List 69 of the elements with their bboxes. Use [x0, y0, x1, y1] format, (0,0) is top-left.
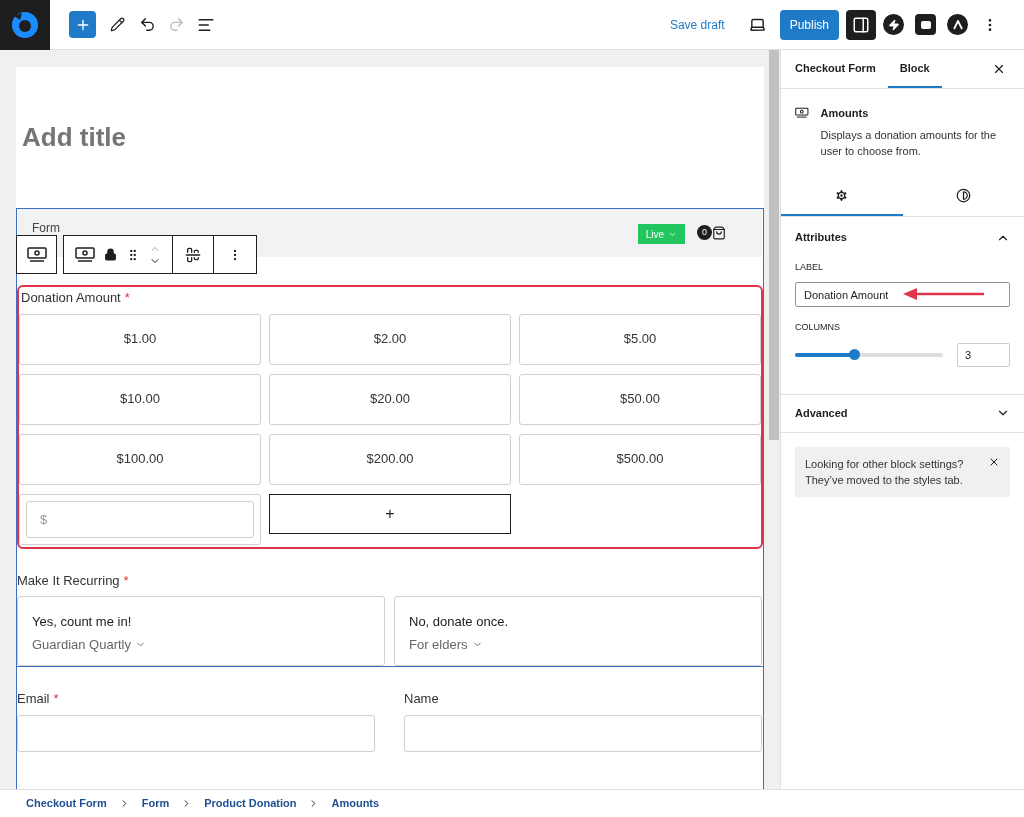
required-mark: * — [124, 290, 130, 305]
sidebar-tab[interactable]: Block — [887, 50, 942, 88]
settings-panel-button[interactable] — [846, 9, 876, 40]
label-caption: LABEL — [795, 260, 825, 274]
breadcrumb-link[interactable]: Amounts — [331, 795, 380, 812]
amount-option[interactable]: $500.00 — [519, 433, 761, 485]
cash-icon — [795, 105, 809, 121]
lock-icon[interactable] — [104, 248, 117, 261]
block-description: Displays a donation amounts for the user to choose from. — [820, 127, 998, 159]
sidebar-tab[interactable]: Checkout Form — [783, 50, 888, 88]
settings-icon — [834, 187, 850, 203]
site-logo[interactable] — [0, 0, 50, 50]
bag-icon[interactable] — [712, 225, 726, 240]
add-block-button[interactable] — [69, 11, 96, 38]
sidebar-icon — [852, 15, 870, 34]
custom-amount-field[interactable]: $ — [26, 500, 254, 538]
field-label: Name — [404, 690, 440, 708]
plugin-icon[interactable] — [915, 14, 936, 35]
block-title: Amounts — [820, 106, 870, 121]
amount-option[interactable]: $1.00 — [19, 313, 261, 365]
logo-icon — [10, 9, 40, 40]
interval-dropdown[interactable]: Guardian Quartly — [32, 634, 370, 654]
block-type-button[interactable] — [16, 235, 57, 274]
cash-icon — [26, 246, 47, 263]
field-label: Donation Amount * — [20, 289, 131, 307]
field-label: Email * — [17, 690, 60, 708]
columns-slider[interactable] — [795, 352, 943, 357]
undo-icon[interactable] — [139, 16, 156, 33]
save-draft-button[interactable]: Save draft — [661, 15, 733, 34]
interval-dropdown[interactable]: For elders — [409, 634, 747, 654]
align-icon[interactable] — [185, 246, 201, 263]
slider-thumb[interactable] — [849, 348, 861, 360]
amount-option[interactable]: $100.00 — [19, 433, 261, 485]
columns-field[interactable]: 3 — [957, 342, 1010, 367]
recurring-option[interactable]: No, donate once. For elders — [394, 596, 762, 666]
required-mark: * — [123, 572, 129, 588]
contrast-icon — [955, 187, 971, 203]
pencil-icon[interactable] — [110, 17, 125, 32]
breadcrumb-link[interactable]: Checkout Form — [26, 795, 107, 812]
scrollbar[interactable] — [769, 50, 779, 440]
breadcrumb-link[interactable]: Product Donation — [204, 795, 297, 812]
option-title: No, donate once. — [409, 613, 510, 631]
required-mark: * — [53, 691, 59, 706]
option-title: Yes, count me in! — [32, 613, 133, 631]
recurring-option[interactable]: Yes, count me in! Guardian Quartly — [17, 596, 385, 666]
form-label: Form — [32, 220, 60, 237]
text-field[interactable] — [404, 714, 762, 752]
amount-option[interactable]: $10.00 — [19, 373, 261, 425]
amount-option[interactable]: $20.00 — [269, 373, 511, 425]
close-icon — [992, 62, 1006, 76]
amount-option[interactable]: $5.00 — [519, 313, 761, 365]
label-field[interactable]: Donation Amount — [795, 282, 1010, 307]
cart-count: 0 — [697, 225, 712, 240]
text-field[interactable] — [17, 714, 375, 752]
columns-caption: COLUMNS — [795, 321, 841, 334]
publish-button[interactable]: Publish — [779, 9, 839, 40]
field-label: Make It Recurring * — [17, 571, 130, 590]
amount-option[interactable]: $200.00 — [269, 433, 511, 485]
amount-option[interactable]: $2.00 — [269, 313, 511, 365]
attributes-header[interactable]: Attributes — [795, 216, 1010, 259]
bolt-icon[interactable] — [883, 14, 904, 35]
notice-text: Looking for other block settings? They’ve moved to the styles tab. — [805, 456, 965, 488]
advanced-header[interactable]: Advanced — [795, 394, 1010, 432]
title-placeholder[interactable]: Add title — [22, 118, 126, 157]
add-amount-button[interactable]: + — [269, 493, 511, 534]
amount-option[interactable]: $50.00 — [519, 373, 761, 425]
breadcrumb-link[interactable]: Form — [141, 795, 170, 812]
preview-icon[interactable] — [748, 16, 766, 33]
cash-icon — [75, 246, 95, 263]
